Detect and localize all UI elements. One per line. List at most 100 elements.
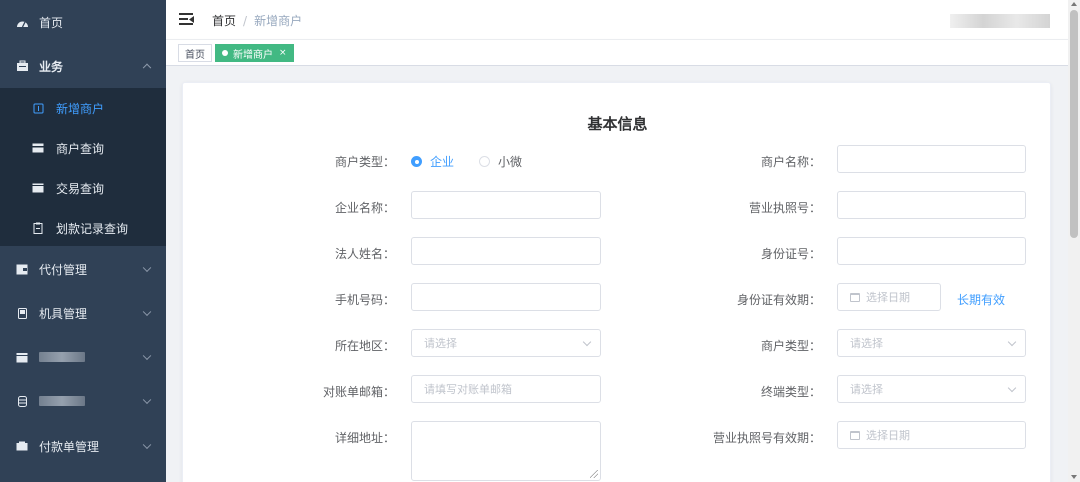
terminal-type-select[interactable]: 请选择 xyxy=(837,375,1026,403)
card-icon xyxy=(32,142,44,154)
sidebar-item-label: 首页 xyxy=(39,15,64,30)
sidebar-item-hidden-1[interactable] xyxy=(0,335,166,379)
sidebar-item-label: 新增商户 xyxy=(56,101,105,116)
add-merchant-icon xyxy=(32,102,44,114)
id-valid-date-picker[interactable]: 选择日期 xyxy=(837,283,941,311)
address-label: 详细地址： xyxy=(334,431,395,445)
legal-name-input[interactable] xyxy=(411,237,601,265)
email-input[interactable]: 请填写对账单邮箱 xyxy=(411,375,601,403)
radio-label: 企业 xyxy=(430,155,455,169)
breadcrumb-home[interactable]: 首页 xyxy=(212,12,236,29)
user-info[interactable] xyxy=(950,14,1050,28)
sidebar-item-label: 代付管理 xyxy=(39,262,88,277)
sidebar-item-payment-agent[interactable]: 代付管理 xyxy=(0,247,166,291)
region-select[interactable]: 请选择 xyxy=(411,329,601,357)
company-name-input[interactable] xyxy=(411,191,601,219)
date-placeholder: 选择日期 xyxy=(866,291,910,304)
chevron-down-icon xyxy=(1007,337,1017,347)
dashboard-icon xyxy=(15,15,29,29)
radio-micro[interactable]: 小微 xyxy=(479,153,522,170)
device-icon xyxy=(15,306,29,320)
id-no-input[interactable] xyxy=(837,237,1026,265)
breadcrumb: 首页 / 新增商户 xyxy=(212,12,302,29)
clipboard-icon xyxy=(32,222,44,234)
select-placeholder: 请选择 xyxy=(850,337,883,350)
section-title: 基本信息 xyxy=(587,115,648,133)
legal-name-label: 法人姓名： xyxy=(334,247,395,261)
sidebar-item-add-merchant[interactable]: 新增商户 xyxy=(0,88,166,128)
chevron-down-icon xyxy=(142,395,152,405)
calendar-icon xyxy=(850,430,860,440)
database-icon xyxy=(15,394,29,408)
wallet-icon xyxy=(15,262,29,276)
sidebar-item-home[interactable]: 首页 xyxy=(0,0,166,44)
select-placeholder: 请选择 xyxy=(850,383,883,396)
chevron-down-icon xyxy=(142,440,152,450)
tag-label: 新增商户 xyxy=(233,49,273,61)
merchant-type-label: 商户类型： xyxy=(334,155,395,169)
chevron-down-icon xyxy=(142,263,152,273)
chevron-down-icon xyxy=(142,307,152,317)
scrollbar-thumb[interactable] xyxy=(1070,10,1078,238)
transaction-icon xyxy=(32,182,44,194)
radio-enterprise[interactable]: 企业 xyxy=(411,153,454,170)
sidebar-item-hidden-2[interactable] xyxy=(0,379,166,423)
merchant-name-input[interactable] xyxy=(837,145,1026,173)
phone-label: 手机号码： xyxy=(334,293,395,307)
sidebar-item-label: 划款记录查询 xyxy=(56,221,129,236)
sidebar-item-label: 机具管理 xyxy=(39,306,88,321)
receipt-icon xyxy=(15,439,29,453)
sidebar-item-label: 交易查询 xyxy=(56,181,105,196)
sidebar-item-transaction-query[interactable]: 交易查询 xyxy=(0,168,166,208)
tags-view: 首页 新增商户 × xyxy=(166,40,1080,66)
sidebar: 首页 业务 新增商户 商户查询 交易查询 划款记录查询 代付管理 机具管理 付款… xyxy=(0,0,166,482)
scroll-down-icon[interactable] xyxy=(1071,475,1077,479)
hamburger-icon[interactable] xyxy=(179,13,194,25)
sidebar-item-invoice[interactable]: 付款单管理 xyxy=(0,424,166,468)
company-name-label: 企业名称： xyxy=(334,201,395,215)
calendar-icon xyxy=(15,350,29,364)
radio-checked-icon xyxy=(411,156,422,167)
date-placeholder: 选择日期 xyxy=(866,429,910,442)
phone-input[interactable] xyxy=(411,283,601,311)
blurred-label xyxy=(39,396,85,406)
calendar-icon xyxy=(850,292,860,302)
id-no-label: 身份证号： xyxy=(760,247,821,261)
select-placeholder: 请选择 xyxy=(424,337,457,350)
input-placeholder: 请填写对账单邮箱 xyxy=(424,383,512,396)
form-card: 基本信息 商户类型： 企业 小微 商户名称： 企业名称： 营业执照号： 法人姓名… xyxy=(182,82,1051,482)
chevron-up-icon xyxy=(142,63,152,73)
license-no-input[interactable] xyxy=(837,191,1026,219)
submenu-business: 新增商户 商户查询 交易查询 划款记录查询 xyxy=(0,88,166,246)
main-content: 基本信息 商户类型： 企业 小微 商户名称： 企业名称： 营业执照号： 法人姓名… xyxy=(166,66,1068,482)
merchant-kind-label: 商户类型： xyxy=(760,339,821,353)
scroll-up-icon[interactable] xyxy=(1071,2,1077,6)
page-scrollbar[interactable] xyxy=(1068,0,1080,482)
tag-home[interactable]: 首页 xyxy=(178,44,212,62)
chevron-down-icon xyxy=(582,337,592,347)
merchant-kind-select[interactable]: 请选择 xyxy=(837,329,1026,357)
resize-handle-icon[interactable] xyxy=(590,470,598,478)
sidebar-item-business[interactable]: 业务 xyxy=(0,44,166,88)
sidebar-item-label: 付款单管理 xyxy=(39,439,100,454)
sidebar-item-merchant-query[interactable]: 商户查询 xyxy=(0,128,166,168)
chevron-down-icon xyxy=(142,351,152,361)
radio-label: 小微 xyxy=(498,155,523,169)
blurred-label xyxy=(39,352,85,362)
briefcase-icon xyxy=(15,59,29,73)
breadcrumb-separator: / xyxy=(243,13,248,28)
tag-add-merchant[interactable]: 新增商户 × xyxy=(215,44,294,62)
breadcrumb-current: 新增商户 xyxy=(254,14,303,28)
tag-label: 首页 xyxy=(185,49,205,61)
id-valid-label: 身份证有效期： xyxy=(736,293,821,307)
close-icon[interactable]: × xyxy=(279,48,287,58)
region-label: 所在地区： xyxy=(334,339,395,353)
sidebar-item-device[interactable]: 机具管理 xyxy=(0,291,166,335)
sidebar-item-transfer-record[interactable]: 划款记录查询 xyxy=(0,208,166,248)
license-no-label: 营业执照号： xyxy=(748,201,821,215)
license-valid-date-picker[interactable]: 选择日期 xyxy=(837,421,1026,449)
terminal-type-label: 终端类型： xyxy=(760,385,821,399)
radio-unchecked-icon xyxy=(479,156,490,167)
address-textarea[interactable] xyxy=(411,421,601,481)
long-term-link[interactable]: 长期有效 xyxy=(957,291,1005,308)
